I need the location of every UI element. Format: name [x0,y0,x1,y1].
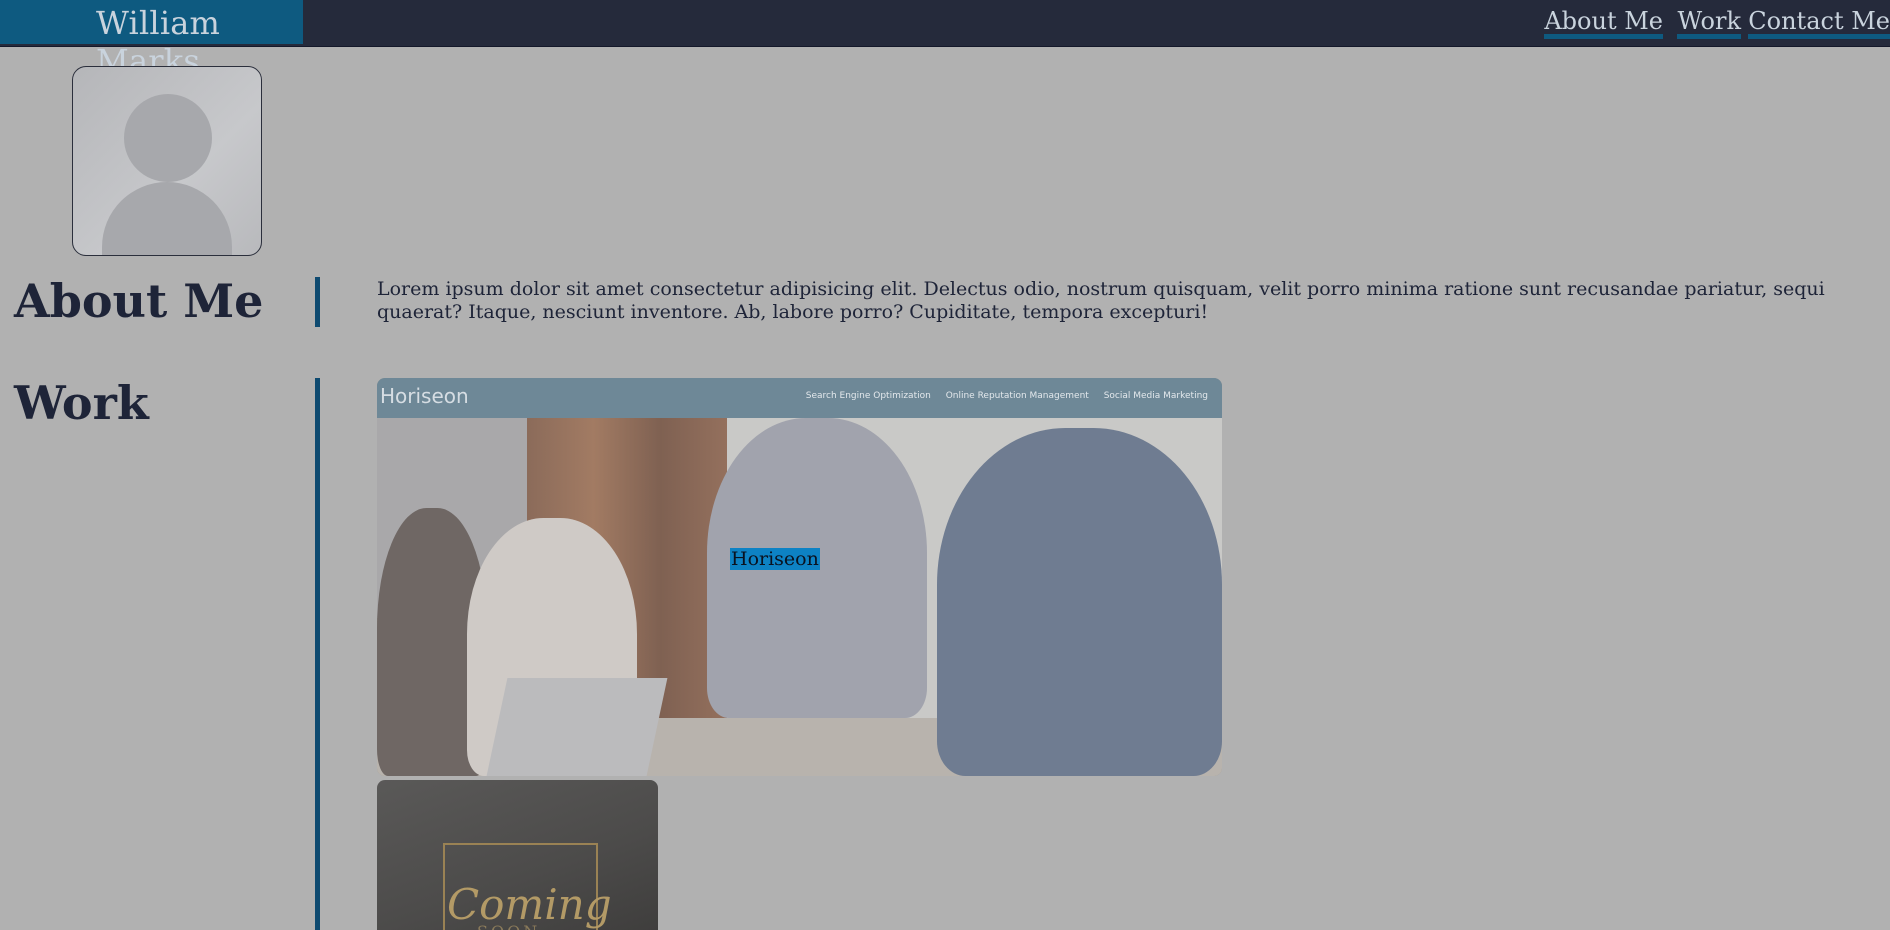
screenshot-link: Search Engine Optimization [805,391,931,401]
top-header: William Marks About Me Work Contact Me [0,0,1890,80]
nav-link-contact-me[interactable]: Contact Me [1748,8,1890,39]
work-divider [315,378,320,930]
project-card-coming-soon[interactable]: Coming SOON [377,780,658,930]
project-screenshot-header: Horiseon Search Engine Optimization Onli… [377,378,1222,418]
work-heading: Work [14,376,149,430]
brand-block[interactable]: William Marks [0,0,303,80]
project-card-horiseon[interactable]: Horiseon Search Engine Optimization Onli… [377,378,1222,776]
screenshot-link: Social Media Marketing [1103,391,1208,401]
about-me-heading: About Me [14,274,264,328]
coming-soon-subword: SOON [477,922,540,930]
project-label-horiseon[interactable]: Horiseon [730,548,820,570]
photo-person [937,428,1222,776]
about-me-text: Lorem ipsum dolor sit amet consectetur a… [377,278,1825,323]
screenshot-link: Online Reputation Management [945,391,1089,401]
nav-link-work[interactable]: Work [1677,8,1741,39]
nav-link-about-me[interactable]: About Me [1544,8,1663,39]
avatar-head-shape [124,94,212,182]
project-screenshot-logo: Horiseon [380,384,469,408]
profile-avatar [72,66,262,256]
project-screenshot-photo [377,418,1222,776]
project-screenshot-links: Search Engine Optimization Online Reputa… [794,391,1208,401]
avatar-body-shape [102,182,232,255]
about-divider [315,277,320,327]
photo-laptop [486,678,668,776]
